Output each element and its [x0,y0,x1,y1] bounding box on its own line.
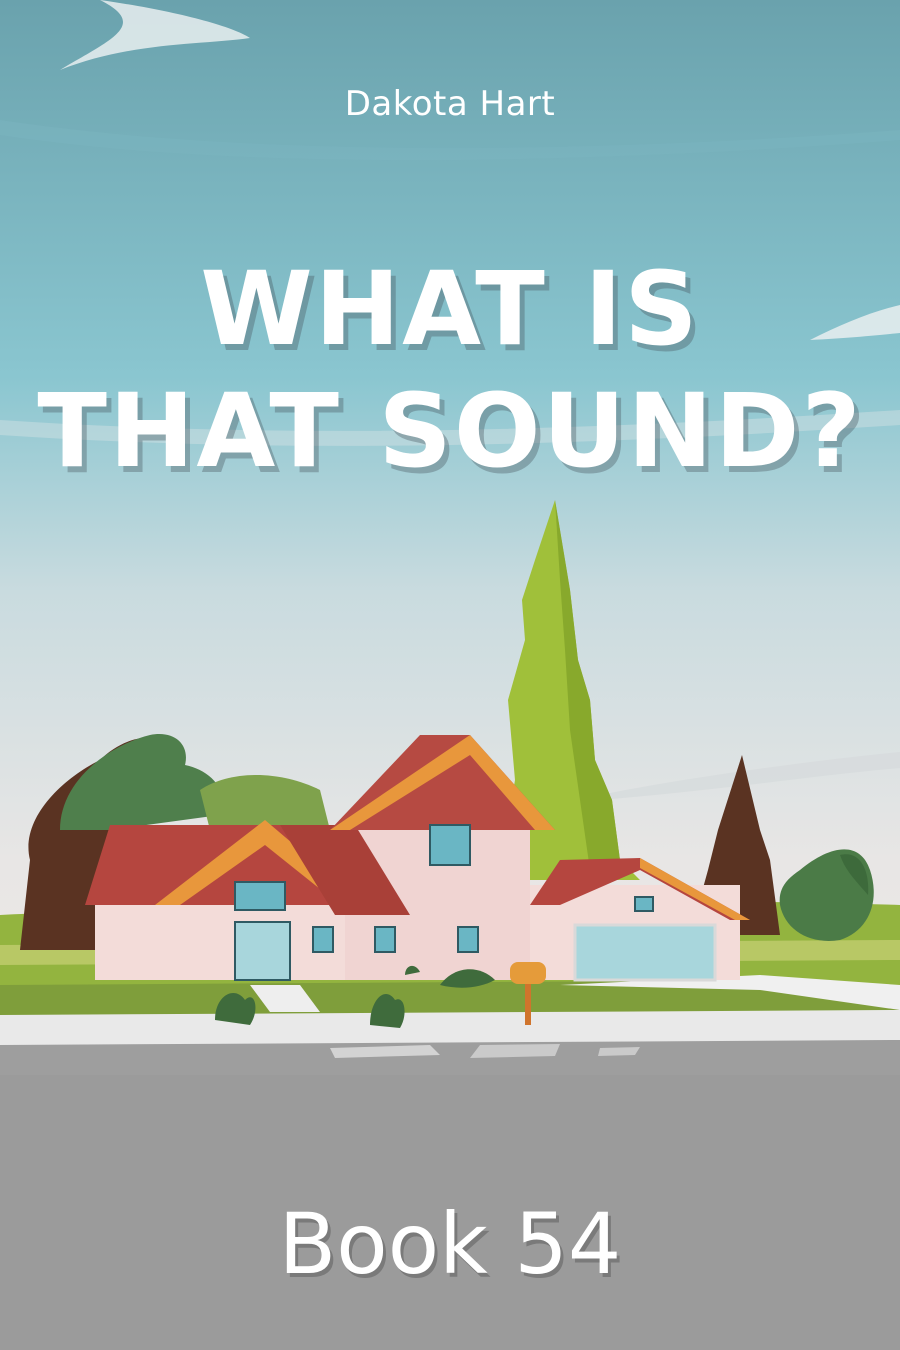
window [634,896,654,912]
door [234,921,291,981]
author-name: Dakota Hart [344,84,556,124]
window [234,881,286,911]
house-illustration [0,0,900,1075]
garage-door [573,923,717,982]
book-number-label: Book 54 [278,1195,622,1293]
mailbox [510,962,546,984]
window [429,824,471,866]
title-line-2: THAT SOUND? [37,372,863,491]
road [0,1040,900,1075]
title-line-1: WHAT IS [200,250,700,369]
window [312,926,334,953]
mailbox-post [525,980,531,1025]
book-cover: Dakota Hart WHAT IS THAT SOUND? Book 54 [0,0,900,1350]
window [374,926,396,953]
window [457,926,479,953]
